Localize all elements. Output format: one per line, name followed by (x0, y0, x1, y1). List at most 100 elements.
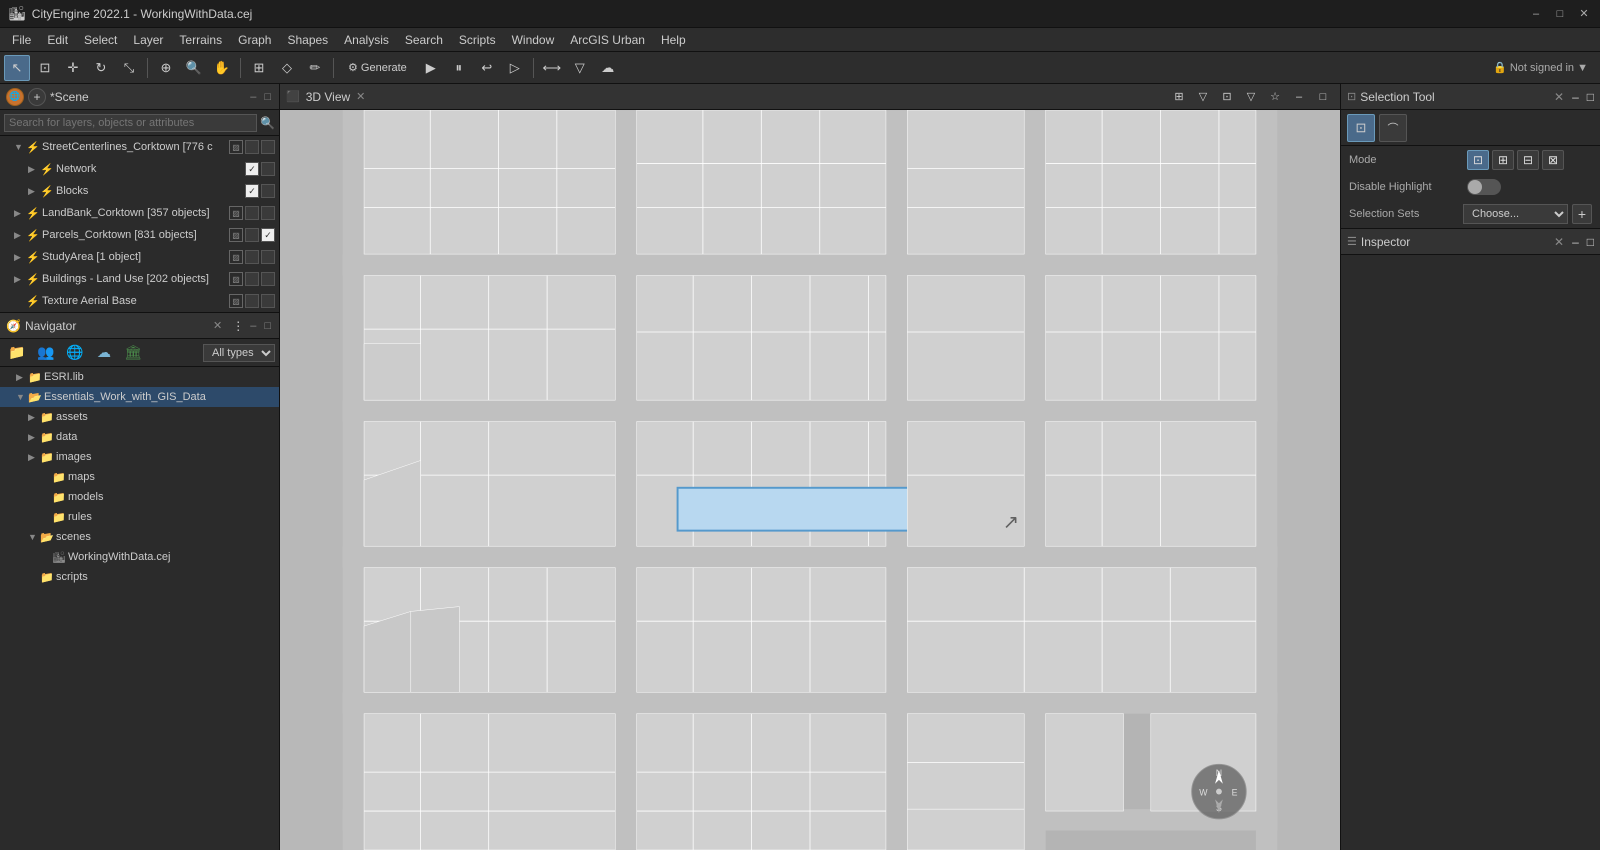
menu-item-analysis[interactable]: Analysis (336, 31, 397, 49)
inspector-close-btn[interactable]: ✕ (1554, 235, 1564, 249)
pan-button[interactable]: ✋ (209, 55, 235, 81)
weather-button[interactable]: ☁ (595, 55, 621, 81)
nav-people-btn[interactable]: 👥 (33, 342, 59, 364)
landbank-sq1[interactable]: ▨ (229, 206, 243, 220)
navigator-minimize-btn[interactable]: – (248, 318, 258, 334)
nav-item-images[interactable]: ▶ 📁 images (0, 447, 279, 467)
layer-network[interactable]: ▶ ⚡ Network ✓ (0, 158, 279, 180)
layer-parcels[interactable]: ▶ ⚡ Parcels_Corktown [831 objects] ▨ ✓ (0, 224, 279, 246)
nav-folder-btn[interactable]: 📁 (4, 342, 30, 364)
view-ctrl7[interactable]: □ (1312, 86, 1334, 108)
nav-item-assets[interactable]: ▶ 📁 assets (0, 407, 279, 427)
disable-highlight-toggle[interactable] (1467, 179, 1501, 195)
blocks-vis2[interactable] (261, 184, 275, 198)
layer-studyarea[interactable]: ▶ ⚡ StudyArea [1 object] ▨ (0, 246, 279, 268)
generate-button[interactable]: ⚙ Generate (339, 55, 416, 81)
parcels-vis1[interactable] (245, 228, 259, 242)
mode-btn-2[interactable]: ⊞ (1492, 150, 1514, 170)
minimize-button[interactable]: – (1528, 6, 1544, 22)
selection-sets-dropdown[interactable]: Choose... (1463, 204, 1568, 224)
layer-blocks[interactable]: ▶ ⚡ Blocks ✓ (0, 180, 279, 202)
scale-tool-button[interactable]: ⤡ (116, 55, 142, 81)
mode-btn-3[interactable]: ⊟ (1517, 150, 1539, 170)
st-expand-btn[interactable]: – (1572, 90, 1579, 104)
select-object-button[interactable]: ⊡ (32, 55, 58, 81)
view-ctrl1[interactable]: ⊞ (1168, 86, 1190, 108)
st-maxim-btn[interactable]: □ (1587, 90, 1594, 104)
scene-globe-btn[interactable]: 🌐 (6, 88, 24, 106)
navigator-maximize-btn[interactable]: □ (262, 318, 273, 334)
streetcenter-vis1[interactable] (245, 140, 259, 154)
selection-sets-add-btn[interactable]: + (1572, 204, 1592, 224)
zoom-button[interactable]: 🔍 (181, 55, 207, 81)
shapes-button[interactable]: ◇ (274, 55, 300, 81)
sign-in-button[interactable]: 🔒 Not signed in ▼ (1485, 61, 1596, 74)
city-map-view[interactable]: N E S W ↗ (280, 110, 1340, 850)
nav-item-scenes[interactable]: ▼ 📂 scenes (0, 527, 279, 547)
view-ctrl2[interactable]: ▽ (1192, 86, 1214, 108)
mode-btn-4[interactable]: ⊠ (1542, 150, 1564, 170)
inspector-expand-btn[interactable]: – (1572, 235, 1579, 249)
texture-sq1[interactable]: ▨ (229, 294, 243, 308)
canvas-area[interactable]: N E S W ↗ Location 327863.30m 4689870.54… (280, 110, 1340, 850)
menu-item-terrains[interactable]: Terrains (171, 31, 230, 49)
measure-button[interactable]: ⟷ (539, 55, 565, 81)
layers-button[interactable]: ⊞ (246, 55, 272, 81)
layer-streetcenterlines[interactable]: ▼ ⚡ StreetCenterlines_Corktown [776 c ▨ (0, 136, 279, 158)
landbank-vis1[interactable] (245, 206, 259, 220)
maximize-button[interactable]: □ (1552, 6, 1568, 22)
menu-item-shapes[interactable]: Shapes (279, 31, 336, 49)
texture-vis1[interactable] (245, 294, 259, 308)
select-rect-btn[interactable]: ⊡ (1347, 114, 1375, 142)
view-tab-close[interactable]: ✕ (356, 90, 365, 103)
gen-opt2[interactable]: ⏸ (446, 55, 472, 81)
view-ctrl5[interactable]: ☆ (1264, 86, 1286, 108)
nav-item-rules[interactable]: 📁 rules (0, 507, 279, 527)
select-tool-button[interactable]: ↖ (4, 55, 30, 81)
menu-item-help[interactable]: Help (653, 31, 694, 49)
menu-item-edit[interactable]: Edit (39, 31, 76, 49)
texture-vis2[interactable] (261, 294, 275, 308)
nav-item-workingwithdata[interactable]: 🏙 WorkingWithData.cej (0, 547, 279, 567)
view-ctrl3[interactable]: ⊡ (1216, 86, 1238, 108)
network-vis1[interactable]: ✓ (245, 162, 259, 176)
menu-item-search[interactable]: Search (397, 31, 451, 49)
menu-item-scripts[interactable]: Scripts (451, 31, 504, 49)
layer-texture[interactable]: ⚡ Texture Aerial Base ▨ (0, 290, 279, 312)
rotate-tool-button[interactable]: ↻ (88, 55, 114, 81)
network-vis2[interactable] (261, 162, 275, 176)
menu-item-layer[interactable]: Layer (125, 31, 171, 49)
nav-item-scripts[interactable]: 📁 scripts (0, 567, 279, 587)
nav-type-filter[interactable]: All types (203, 344, 275, 362)
buildings-vis2[interactable] (261, 272, 275, 286)
nav-item-esrilib[interactable]: ▶ 📁 ESRI.lib (0, 367, 279, 387)
layer-search-input[interactable] (4, 114, 257, 132)
studyarea-vis1[interactable] (245, 250, 259, 264)
scene-minimize-btn[interactable]: – (248, 89, 258, 105)
nav-item-maps[interactable]: 📁 maps (0, 467, 279, 487)
menu-item-file[interactable]: File (4, 31, 39, 49)
gen-opt4[interactable]: ▷ (502, 55, 528, 81)
studyarea-vis2[interactable] (261, 250, 275, 264)
view-ctrl4[interactable]: ▽ (1240, 86, 1262, 108)
menu-item-arcgis urban[interactable]: ArcGIS Urban (562, 31, 653, 49)
close-button[interactable]: ✕ (1576, 6, 1592, 22)
gen-opt1[interactable]: ▶ (418, 55, 444, 81)
menu-item-window[interactable]: Window (504, 31, 563, 49)
layer-search-icon[interactable]: 🔍 (260, 116, 275, 130)
layer-landbank[interactable]: ▶ ⚡ LandBank_Corktown [357 objects] ▨ (0, 202, 279, 224)
blocks-vis1[interactable]: ✓ (245, 184, 259, 198)
menu-item-graph[interactable]: Graph (230, 31, 279, 49)
nav-network-btn[interactable]: 🌐 (62, 342, 88, 364)
buildings-sq1[interactable]: ▨ (229, 272, 243, 286)
select-lasso-btn[interactable]: ⌒ (1379, 114, 1407, 142)
nav-item-models[interactable]: 📁 models (0, 487, 279, 507)
streetcenter-vis2[interactable] (261, 140, 275, 154)
scene-maximize-btn[interactable]: □ (262, 89, 273, 105)
view-tab-label[interactable]: 3D View (306, 90, 350, 104)
inspector-maxim-btn[interactable]: □ (1587, 235, 1594, 249)
scene-add-btn[interactable]: + (28, 88, 46, 106)
view-ctrl6[interactable]: – (1288, 86, 1310, 108)
layer-buildings[interactable]: ▶ ⚡ Buildings - Land Use [202 objects] ▨ (0, 268, 279, 290)
parcels-vis2[interactable]: ✓ (261, 228, 275, 242)
